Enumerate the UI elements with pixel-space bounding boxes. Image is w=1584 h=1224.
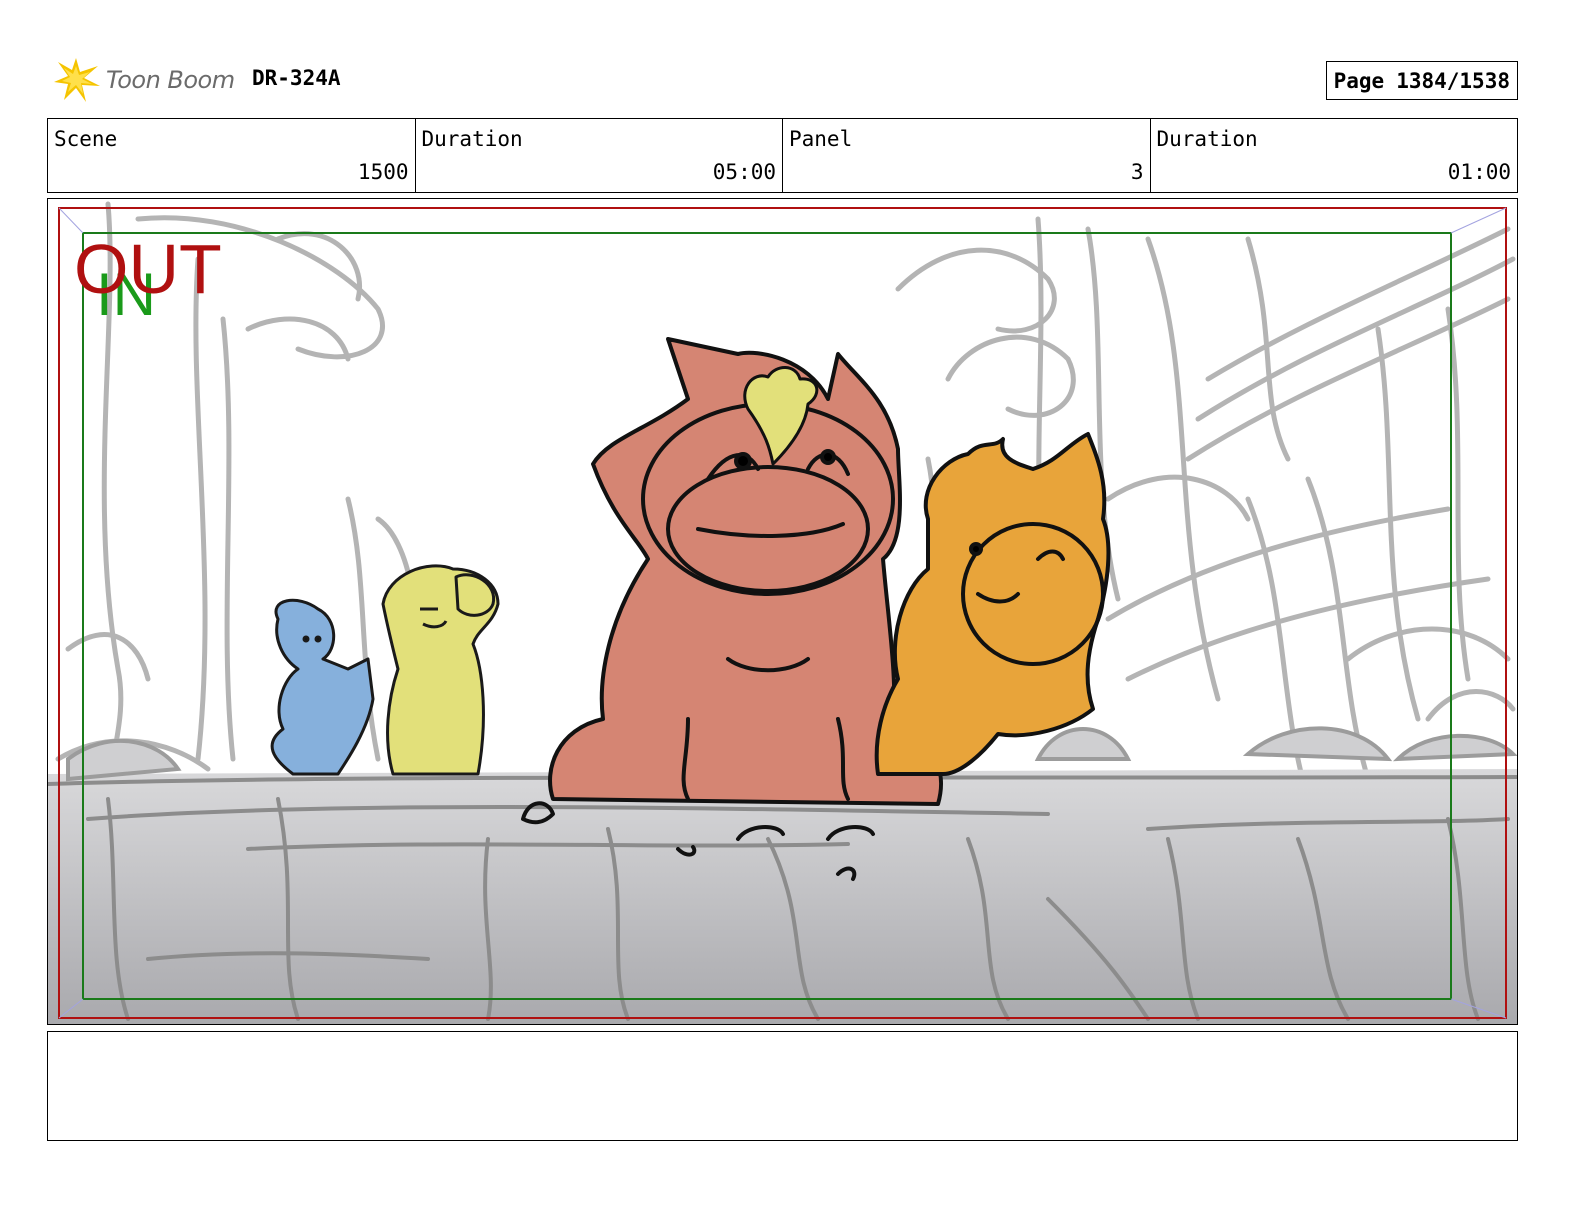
project-code: DR-324A — [252, 66, 341, 90]
panel-cell: Panel 3 — [783, 119, 1151, 192]
panel-duration-value: 01:00 — [1447, 160, 1511, 184]
toon-boom-logo: Toon Boom — [52, 56, 235, 104]
page-header: Toon Boom DR-324A Page 1384/1538 — [52, 52, 1518, 108]
logo-wordmark: Toon Boom — [106, 66, 235, 94]
panel-notes-box — [47, 1031, 1518, 1141]
scene-value: 1500 — [357, 160, 409, 184]
page-label: Page — [1333, 68, 1385, 93]
yellow-character — [381, 564, 500, 776]
scene-cell: Scene 1500 — [48, 119, 416, 192]
panel-duration-cell: Duration 01:00 — [1151, 119, 1518, 192]
starburst-icon — [54, 58, 100, 102]
storyboard-panel-frame: IN OUT — [47, 198, 1518, 1025]
panel-label: Panel — [789, 127, 853, 151]
panel-info-table: Scene 1500 Duration 05:00 Panel 3 Durati… — [47, 118, 1518, 193]
storyboard-sketch: IN OUT — [48, 199, 1517, 1024]
out-label: OUT — [74, 230, 222, 308]
panel-duration-label: Duration — [1156, 127, 1258, 151]
scene-label: Scene — [54, 127, 118, 151]
scene-duration-value: 05:00 — [712, 160, 776, 184]
page-indicator: Page 1384/1538 — [1325, 61, 1518, 100]
scene-duration-label: Duration — [421, 127, 523, 151]
scene-duration-cell: Duration 05:00 — [416, 119, 783, 192]
page-number: 1384/1538 — [1396, 68, 1510, 93]
panel-value: 3 — [1130, 160, 1144, 184]
